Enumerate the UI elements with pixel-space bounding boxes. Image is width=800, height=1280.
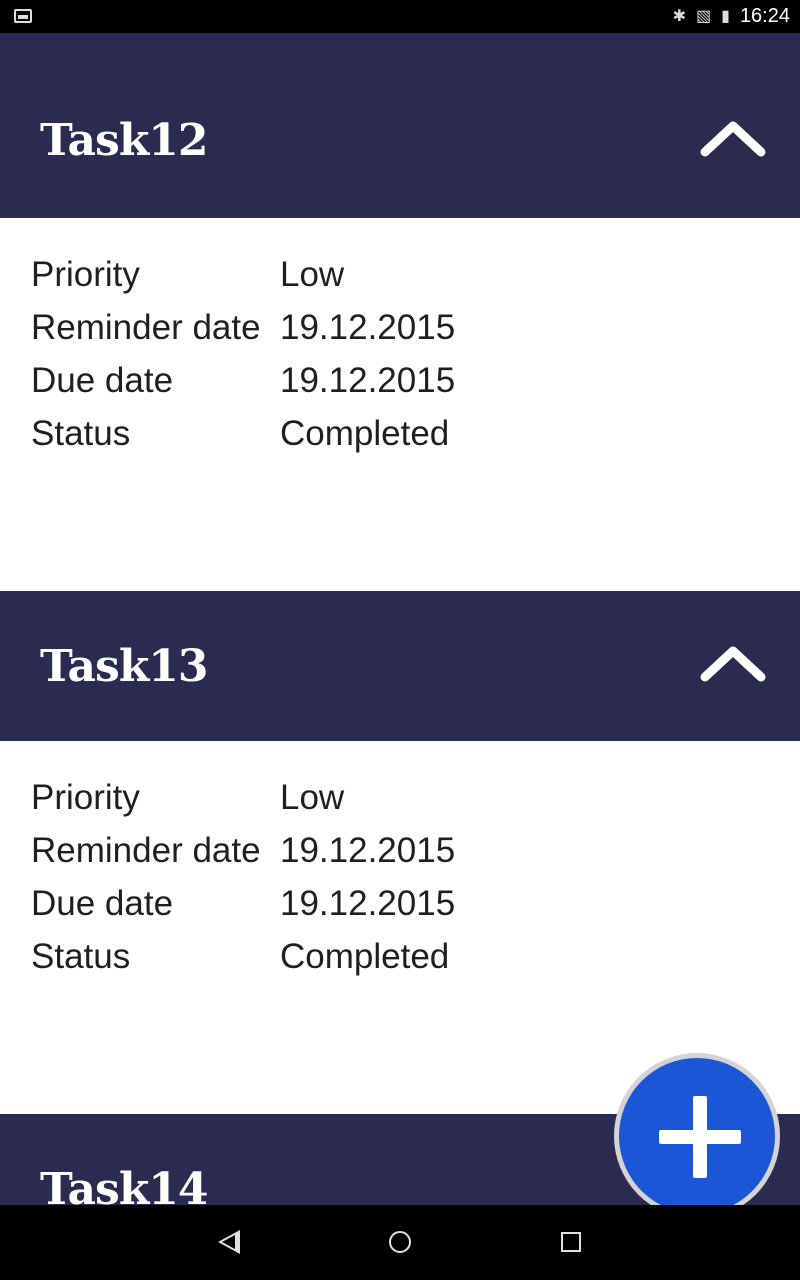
- task-header[interactable]: Task13: [0, 591, 800, 741]
- back-icon[interactable]: [218, 1230, 240, 1254]
- task-title: Task14: [40, 1164, 209, 1205]
- field-label: Priority: [31, 255, 140, 294]
- field-value: 19.12.2015: [280, 361, 456, 400]
- field-label: Reminder date: [31, 831, 261, 870]
- navigation-bar: [0, 1205, 800, 1280]
- recents-icon[interactable]: [561, 1232, 581, 1252]
- field-value: 19.12.2015: [280, 831, 456, 870]
- task-title: Task13: [40, 641, 209, 692]
- field-label: Status: [31, 937, 131, 976]
- field-row: Reminder date 19.12.2015: [31, 831, 455, 871]
- status-time: 16:24: [739, 5, 790, 27]
- field-value: Low: [280, 778, 345, 817]
- task-list[interactable]: Task12 Priority Low Reminder date 19.12.…: [0, 33, 800, 1205]
- field-label: Due date: [31, 361, 174, 400]
- field-row: Reminder date 19.12.2015: [31, 308, 455, 348]
- field-row: Priority Low: [31, 778, 344, 818]
- no-sim-icon: ▧: [696, 8, 712, 25]
- battery-icon: ▮: [721, 8, 730, 25]
- field-value: Low: [280, 255, 345, 294]
- field-label: Reminder date: [31, 308, 261, 347]
- field-label: Priority: [31, 778, 140, 817]
- bluetooth-icon: ✱: [672, 8, 686, 25]
- image-icon: [14, 9, 32, 23]
- field-row: Status Completed: [31, 414, 449, 454]
- field-row: Priority Low: [31, 255, 344, 295]
- field-label: Due date: [31, 884, 174, 923]
- chevron-up-icon[interactable]: [700, 644, 766, 684]
- task-details: Priority Low Reminder date 19.12.2015 Du…: [0, 218, 800, 591]
- home-icon[interactable]: [389, 1231, 411, 1253]
- field-value: Completed: [280, 937, 450, 976]
- add-task-button[interactable]: [614, 1053, 780, 1219]
- field-row: Due date 19.12.2015: [31, 361, 455, 401]
- field-row: Due date 19.12.2015: [31, 884, 455, 924]
- task-title: Task12: [40, 115, 209, 166]
- task-header[interactable]: Task12: [0, 33, 800, 218]
- field-row: Status Completed: [31, 937, 449, 977]
- field-value: 19.12.2015: [280, 308, 456, 347]
- status-bar: ✱ ▧ ▮ 16:24: [0, 0, 800, 33]
- field-value: 19.12.2015: [280, 884, 456, 923]
- field-label: Status: [31, 414, 131, 453]
- plus-icon: [619, 1058, 775, 1214]
- chevron-up-icon[interactable]: [700, 119, 766, 159]
- field-value: Completed: [280, 414, 450, 453]
